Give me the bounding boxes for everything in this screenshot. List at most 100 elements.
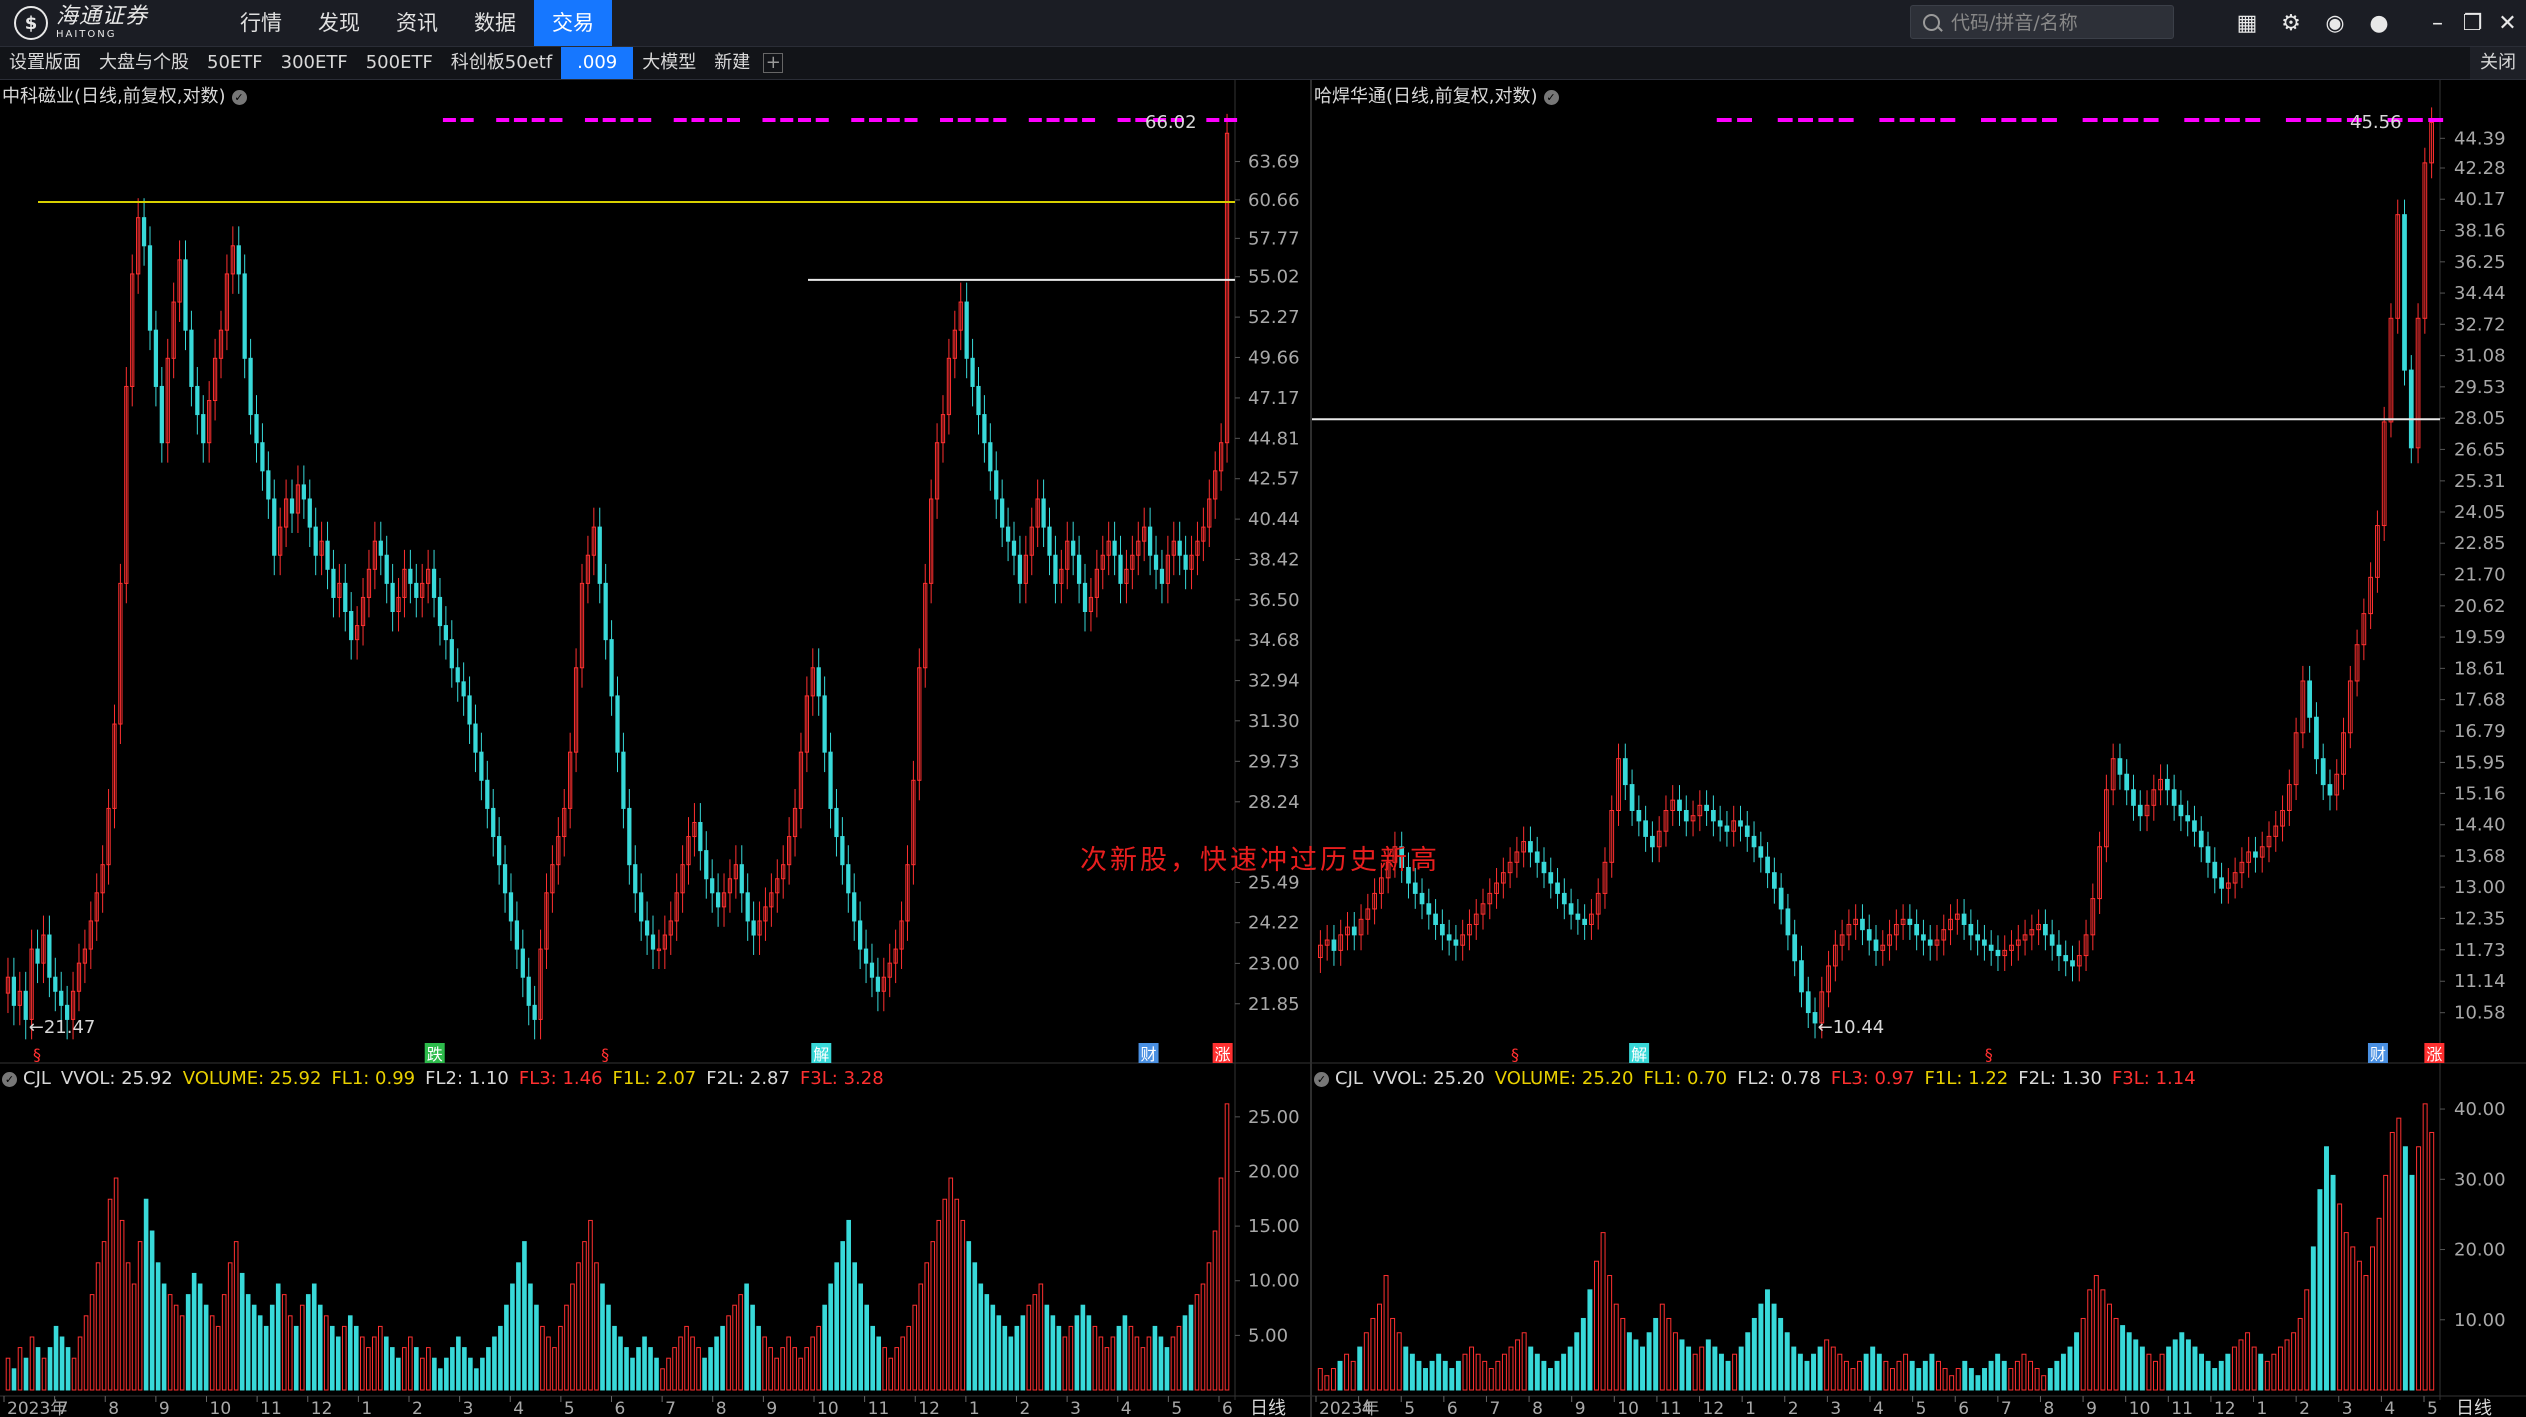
candle bbox=[1609, 795, 1615, 878]
kline-chart-left[interactable]: 63.69 60.66 57.77 55.02 52.27 49.66 47.17 44.81… bbox=[0, 80, 1310, 1417]
stock-search-box[interactable] bbox=[1910, 5, 2174, 39]
volume-bar bbox=[2034, 1368, 2040, 1391]
layout-tab-0[interactable]: 设置版面 bbox=[0, 47, 90, 79]
menu-item-1[interactable]: 发现 bbox=[300, 0, 378, 46]
volume-bar bbox=[780, 1347, 785, 1391]
volume-bar bbox=[876, 1336, 882, 1391]
layout-tab-5[interactable]: 科创板50etf bbox=[442, 47, 561, 79]
chart-panel-right[interactable]: 哈焊华通(日线,前复权,对数) ✓ ✓ CJL VVOL: 25.20 VOLUME: … bbox=[1312, 80, 2526, 1417]
candle bbox=[2164, 764, 2170, 806]
volume-bar bbox=[1317, 1368, 1323, 1391]
signal-marker bbox=[531, 118, 545, 122]
period-label[interactable]: 日线 bbox=[1250, 1398, 1286, 1417]
menu-item-4[interactable]: 交易 bbox=[534, 0, 612, 46]
volume-settings-icon[interactable]: ✓ bbox=[2, 1072, 17, 1087]
volume-indicator-value: F3L: 1.14 bbox=[2111, 1068, 2196, 1089]
volume-bar bbox=[2416, 1146, 2422, 1391]
gear-icon[interactable]: ⚙ bbox=[2269, 0, 2313, 46]
chart-panel-left[interactable]: 中科磁业(日线,前复权,对数) ✓ ✓ CJL VVOL: 25.92 VOLUME: … bbox=[0, 80, 1310, 1417]
layout-tab-7[interactable]: 大模型 bbox=[633, 47, 705, 79]
date-label: 3 bbox=[1070, 1399, 1081, 1417]
globe-icon[interactable]: ◉ bbox=[2313, 0, 2357, 46]
volume-bar bbox=[2153, 1360, 2158, 1391]
signal-marker bbox=[549, 118, 563, 122]
candle bbox=[2402, 199, 2407, 386]
candle bbox=[982, 395, 987, 463]
layout-tab-2[interactable]: 50ETF bbox=[198, 47, 272, 79]
kline-chart-right[interactable]: 44.39 42.28 40.17 38.16 36.25 34.44 32.72 31.08… bbox=[1312, 80, 2526, 1417]
candle-body bbox=[479, 751, 484, 781]
settings-check-icon[interactable]: ✓ bbox=[231, 90, 247, 105]
volume-indicator-title[interactable]: ✓ CJL VVOL: 25.20 VOLUME: 25.20 FL1: 0.70 FL2… bbox=[1314, 1068, 2206, 1089]
volume-bar bbox=[1567, 1346, 1573, 1391]
add-tab-icon[interactable]: + bbox=[763, 53, 784, 73]
candle bbox=[514, 901, 520, 970]
menu-item-0[interactable]: 行情 bbox=[222, 0, 300, 46]
event-badge[interactable]: 涨 bbox=[2424, 1043, 2445, 1064]
event-badge[interactable]: 跌 bbox=[424, 1043, 445, 1064]
candle-body bbox=[1778, 887, 1784, 910]
close-layout-button[interactable]: 关闭 bbox=[2470, 47, 2526, 79]
grid-icon[interactable]: ▦ bbox=[2225, 0, 2269, 46]
layout-tab-3[interactable]: 300ETF bbox=[272, 47, 357, 79]
volume-bar bbox=[1725, 1360, 1731, 1391]
volume-bar bbox=[125, 1262, 131, 1391]
candle bbox=[792, 788, 798, 857]
price-tick-label: 31.30 bbox=[1248, 711, 1300, 732]
candle bbox=[272, 479, 277, 576]
chat-icon[interactable]: ● bbox=[2357, 0, 2401, 46]
event-badge[interactable]: 涨 bbox=[1212, 1043, 1233, 1064]
layout-tab-6[interactable]: .009 bbox=[561, 47, 634, 79]
price-tick-label: 63.69 bbox=[1248, 152, 1300, 173]
volume-bar bbox=[954, 1198, 960, 1391]
signal-marker bbox=[1064, 118, 1078, 122]
date-label: 12 bbox=[311, 1399, 333, 1417]
volume-bar bbox=[1580, 1317, 1586, 1391]
volume-tick-label: 20.00 bbox=[1248, 1161, 1300, 1182]
price-tick-label: 29.53 bbox=[2454, 377, 2506, 398]
candle bbox=[2375, 510, 2380, 593]
event-badge[interactable]: § bbox=[1985, 1045, 1993, 1064]
event-badge[interactable]: 解 bbox=[1629, 1043, 1650, 1064]
restore-icon[interactable]: ❐ bbox=[2455, 0, 2490, 46]
candle bbox=[952, 310, 957, 379]
search-input[interactable] bbox=[1949, 9, 2173, 37]
volume-indicator-title[interactable]: ✓ CJL VVOL: 25.92 VOLUME: 25.92 FL1: 0.99 FL2… bbox=[2, 1068, 894, 1089]
candle bbox=[662, 915, 667, 970]
settings-check-icon[interactable]: ✓ bbox=[1543, 90, 1559, 105]
stock-title[interactable]: 中科磁业(日线,前复权,对数) ✓ bbox=[2, 82, 247, 108]
volume-bar bbox=[1982, 1368, 1987, 1391]
volume-bar bbox=[119, 1219, 125, 1391]
volume-bar bbox=[1337, 1360, 1343, 1391]
event-badge[interactable]: § bbox=[33, 1045, 41, 1064]
event-badge[interactable]: 财 bbox=[2367, 1043, 2388, 1064]
volume-bar bbox=[930, 1241, 936, 1391]
volume-bar bbox=[474, 1368, 479, 1391]
signal-marker bbox=[1899, 118, 1915, 122]
menu-item-3[interactable]: 数据 bbox=[456, 0, 534, 46]
event-badge[interactable]: 财 bbox=[1138, 1043, 1159, 1064]
event-badge[interactable]: § bbox=[601, 1045, 609, 1064]
layout-tab-4[interactable]: 500ETF bbox=[357, 47, 442, 79]
event-badge[interactable]: 解 bbox=[811, 1043, 832, 1064]
candle bbox=[289, 479, 295, 533]
minimize-icon[interactable]: – bbox=[2420, 0, 2455, 46]
candle-body bbox=[1005, 526, 1011, 542]
candle bbox=[2232, 857, 2238, 899]
candle-body bbox=[189, 329, 194, 387]
layout-tab-8[interactable]: 新建 bbox=[705, 47, 759, 79]
stock-title[interactable]: 哈焊华通(日线,前复权,对数) ✓ bbox=[1314, 82, 1559, 108]
close-icon[interactable]: ✕ bbox=[2490, 0, 2525, 46]
candle-body bbox=[449, 639, 454, 669]
volume-bar bbox=[1423, 1368, 1428, 1391]
candle bbox=[609, 620, 614, 716]
period-label[interactable]: 日线 bbox=[2456, 1398, 2492, 1417]
volume-bar bbox=[900, 1336, 906, 1391]
menu-item-2[interactable]: 资讯 bbox=[378, 0, 456, 46]
brand-logo[interactable]: $ 海通证券 HAITONG bbox=[14, 6, 148, 40]
event-badge[interactable]: § bbox=[1511, 1045, 1519, 1064]
candle bbox=[2219, 862, 2224, 904]
volume-bar bbox=[2100, 1289, 2106, 1391]
volume-settings-icon[interactable]: ✓ bbox=[1314, 1072, 1329, 1087]
layout-tab-1[interactable]: 大盘与个股 bbox=[90, 47, 198, 79]
